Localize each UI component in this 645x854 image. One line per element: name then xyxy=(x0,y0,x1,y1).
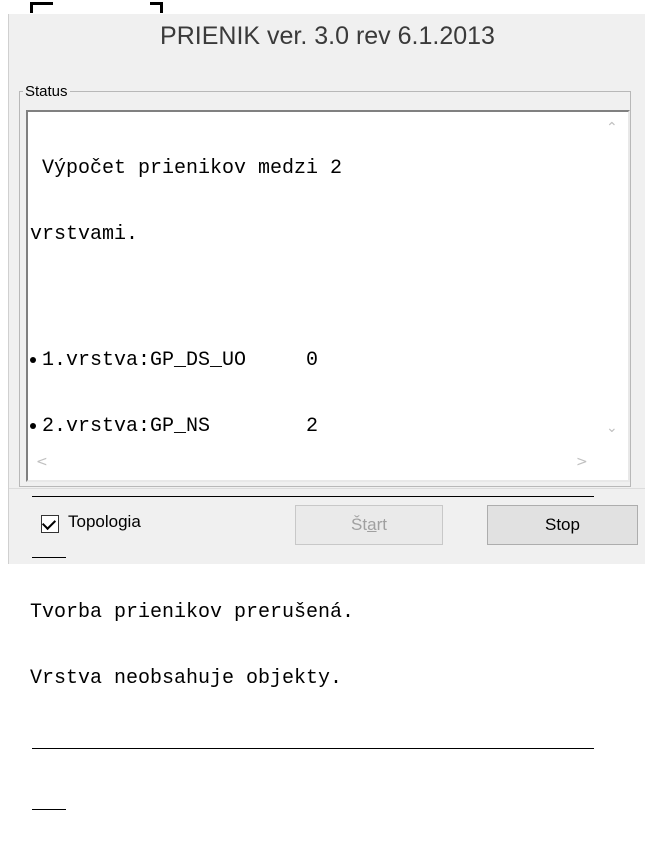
status-legend: Status xyxy=(25,83,68,100)
chevron-down-icon[interactable]: ⌄ xyxy=(606,420,618,436)
log-line: vrstvami. xyxy=(30,223,139,246)
log-line: Vrstva neobsahuje objekty. xyxy=(30,667,343,690)
dialog-title: PRIENIK ver. 3.0 rev 6.1.2013 xyxy=(160,22,495,50)
prienik-dialog: PRIENIK ver. 3.0 rev 6.1.2013 Status Výp… xyxy=(8,14,645,810)
separator-short xyxy=(32,541,66,558)
vertical-scrollbar[interactable]: ⌃ ⌄ xyxy=(598,114,626,446)
top-fragment xyxy=(0,0,645,14)
checkmark-icon xyxy=(41,515,57,531)
log-line-text: 2.vrstva:GP_NS 2 xyxy=(42,415,319,438)
chevron-up-icon[interactable]: ⌃ xyxy=(606,120,618,136)
status-log[interactable]: Výpočet prienikov medzi 2 vrstvami. 1.vr… xyxy=(26,110,630,810)
log-line: Výpočet prienikov medzi 2 xyxy=(30,157,343,180)
cursor-fragment-2 xyxy=(150,2,163,13)
start-button[interactable]: Št a rt xyxy=(295,505,443,545)
bullet-icon xyxy=(30,356,36,363)
separator-line xyxy=(32,482,594,497)
log-line: Tvorba prienikov prerušená. xyxy=(30,601,355,624)
chevron-left-icon[interactable]: < xyxy=(36,454,48,470)
cursor-fragment xyxy=(30,2,53,13)
log-blank-line xyxy=(30,290,596,306)
topologia-checkbox[interactable] xyxy=(41,515,59,533)
bullet-icon xyxy=(30,422,36,429)
separator-line xyxy=(32,734,594,749)
topologia-label[interactable]: Topologia xyxy=(68,512,141,532)
separator-short xyxy=(32,793,66,810)
divider xyxy=(9,488,645,489)
log-line-text: 1.vrstva:GP_DS_UO 0 xyxy=(42,349,319,372)
horizontal-scrollbar[interactable]: < > xyxy=(30,448,598,478)
log-line-layer-1: 1.vrstva:GP_DS_UO 0 xyxy=(30,350,596,372)
status-log-content: Výpočet prienikov medzi 2 vrstvami. 1.vr… xyxy=(30,114,596,810)
log-line-layer-2: 2.vrstva:GP_NS 2 xyxy=(30,416,596,438)
chevron-right-icon[interactable]: > xyxy=(576,454,588,470)
stop-button[interactable]: Stop xyxy=(487,505,638,545)
